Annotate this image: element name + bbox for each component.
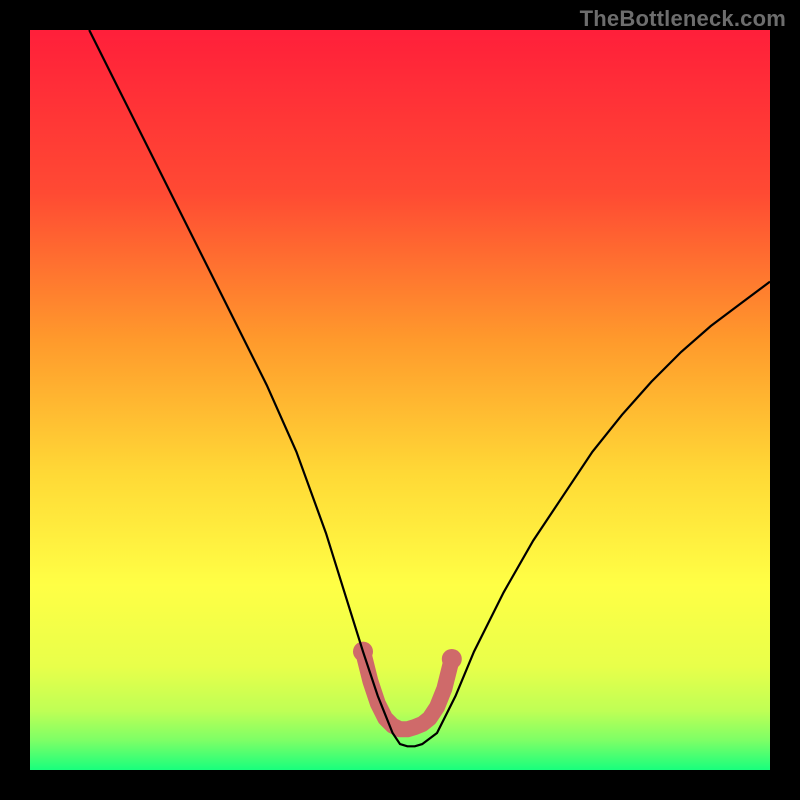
plot-svg <box>30 30 770 770</box>
bottleneck-plot <box>30 30 770 770</box>
chart-frame: TheBottleneck.com <box>0 0 800 800</box>
watermark-text: TheBottleneck.com <box>580 6 786 32</box>
optimal-band-endpoint <box>442 649 462 669</box>
gradient-background <box>30 30 770 770</box>
